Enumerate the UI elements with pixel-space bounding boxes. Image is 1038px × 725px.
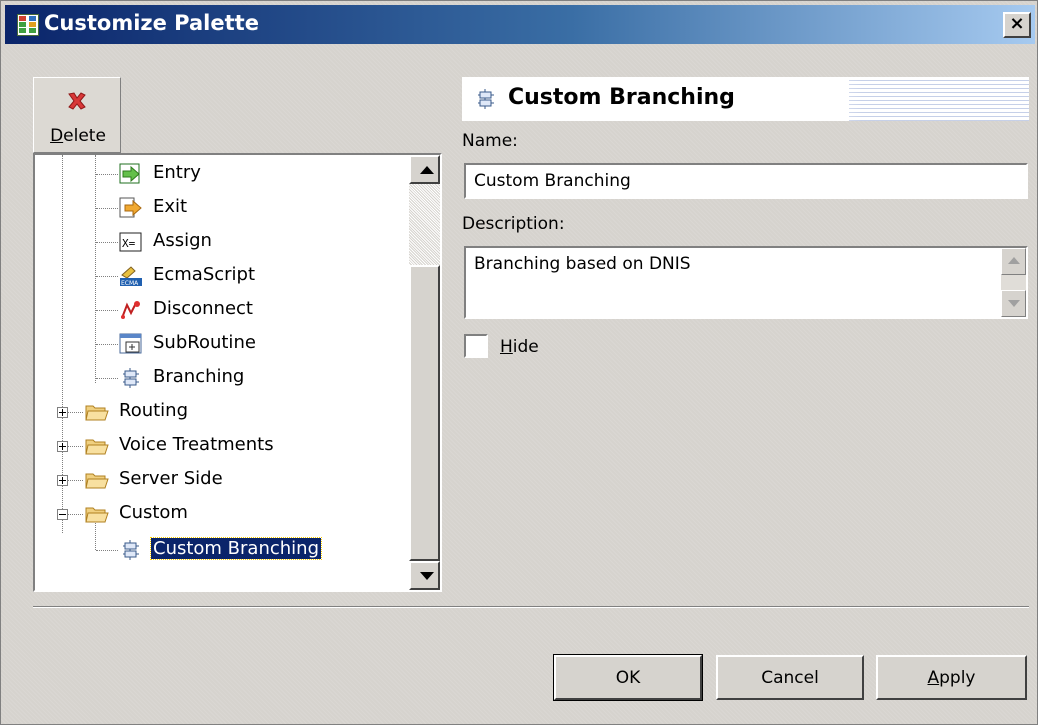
scroll-down-button[interactable] [409, 561, 440, 590]
tree-item-label: Routing [119, 400, 189, 421]
delete-icon [68, 92, 86, 110]
branching-icon [123, 540, 139, 560]
tree-item-label: Disconnect [153, 298, 253, 319]
ecmascript-icon: ECMA [120, 266, 142, 287]
tree-item-label: Server Side [119, 468, 223, 489]
customize-palette-dialog: Customize Palette × Delete Entry Exit X=… [0, 0, 1038, 725]
branching-icon [478, 89, 494, 109]
tree-guide-line [95, 155, 96, 383]
name-field[interactable] [464, 163, 1028, 199]
scroll-thumb[interactable] [409, 265, 440, 561]
tree-item-label: Voice Treatments [119, 434, 274, 455]
disconnect-icon [121, 301, 140, 319]
arrow-up-icon [420, 166, 434, 174]
tree-scrollbar[interactable] [409, 155, 440, 590]
palette-icon [17, 14, 39, 36]
svg-text:ECMA: ECMA [121, 280, 139, 287]
folder-icon [85, 405, 109, 421]
folder-icon [85, 473, 109, 489]
scroll-up-button[interactable] [409, 155, 440, 184]
subroutine-icon [119, 333, 142, 354]
tree-item-label: Custom [119, 502, 188, 523]
tree-item-label: Branching [153, 366, 245, 387]
scroll-down-button[interactable] [1001, 290, 1026, 317]
expand-icon[interactable] [57, 441, 68, 452]
separator [33, 606, 1029, 608]
title-bar[interactable]: Customize Palette × [5, 5, 1035, 44]
expand-icon[interactable] [57, 407, 68, 418]
cancel-button[interactable]: Cancel [716, 655, 864, 700]
delete-button[interactable]: Delete [33, 77, 121, 153]
close-button[interactable]: × [1003, 12, 1031, 38]
description-label: Description: [462, 214, 565, 234]
collapse-icon[interactable] [57, 509, 68, 520]
branching-icon [123, 368, 139, 388]
arrow-down-icon [420, 572, 434, 580]
expand-icon[interactable] [57, 475, 68, 486]
assign-icon: X= [119, 232, 142, 252]
delete-label: Delete [50, 126, 106, 146]
ok-button[interactable]: OK [553, 654, 703, 701]
name-label: Name: [462, 131, 518, 151]
svg-text:X=: X= [122, 237, 136, 250]
description-text: Branching based on DNIS [474, 254, 691, 274]
palette-tree[interactable]: Entry Exit X= Assign ECMA EcmaScript Dis… [33, 153, 442, 592]
description-field[interactable]: Branching based on DNIS [464, 246, 1028, 319]
folder-open-icon [85, 507, 109, 523]
tree-item-label: SubRoutine [153, 332, 256, 353]
description-scrollbar[interactable] [1001, 248, 1026, 317]
details-header: Custom Branching [462, 77, 1029, 121]
window-title: Customize Palette [44, 11, 259, 35]
tree-item-label: Assign [153, 230, 212, 251]
hide-checkbox[interactable] [464, 334, 488, 358]
tree-viewport: Entry Exit X= Assign ECMA EcmaScript Dis… [35, 155, 411, 590]
arrow-down-icon [1008, 300, 1020, 307]
entry-icon [119, 163, 140, 184]
details-title: Custom Branching [508, 85, 735, 110]
tree-item-label: EcmaScript [153, 264, 256, 285]
apply-button[interactable]: Apply [876, 655, 1027, 700]
scroll-up-button[interactable] [1001, 248, 1026, 275]
hide-label[interactable]: Hide [500, 337, 539, 357]
folder-icon [85, 439, 109, 455]
tree-item-label: Exit [153, 196, 188, 217]
arrow-up-icon [1008, 257, 1020, 264]
tree-item-label: Custom Branching [149, 537, 323, 560]
exit-icon [119, 197, 142, 218]
tree-item-label: Entry [153, 162, 201, 183]
